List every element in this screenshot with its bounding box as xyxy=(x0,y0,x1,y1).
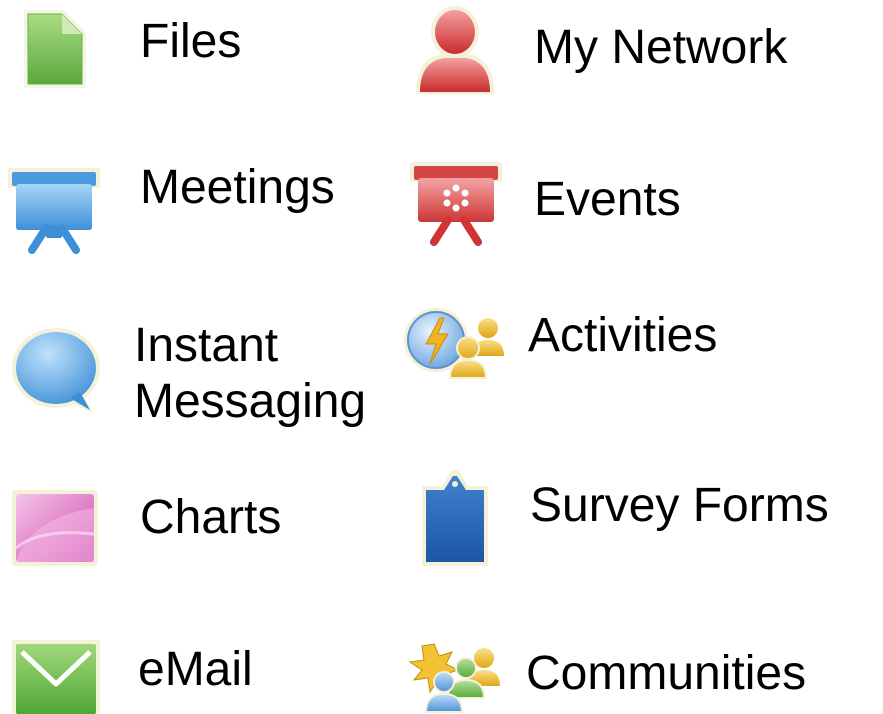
document-icon xyxy=(24,10,86,88)
events-label: Events xyxy=(534,173,681,226)
envelope-icon xyxy=(12,640,100,714)
instant-messaging-label-line2: Messaging xyxy=(134,375,367,428)
instant-messaging-label-line1: Instant xyxy=(134,319,279,372)
person-icon xyxy=(416,6,494,94)
survey-forms-label: Survey Forms xyxy=(530,479,829,532)
community-people-icon xyxy=(408,643,500,713)
meetings-label: Meetings xyxy=(140,161,335,214)
chart-tile-icon xyxy=(12,490,98,566)
event-board-icon xyxy=(410,162,502,246)
instant-messaging-label: Instant Messaging xyxy=(134,318,366,430)
files-label: Files xyxy=(140,15,242,68)
communities-label: Communities xyxy=(526,647,807,700)
speech-bubble-icon xyxy=(12,328,100,414)
clipboard-tag-icon xyxy=(422,470,488,566)
activities-people-icon xyxy=(404,308,504,379)
charts-label: Charts xyxy=(140,491,282,544)
email-label: eMail xyxy=(138,643,253,696)
activities-label: Activities xyxy=(528,309,718,362)
presentation-board-icon xyxy=(8,168,100,254)
my-network-label: My Network xyxy=(534,21,788,74)
